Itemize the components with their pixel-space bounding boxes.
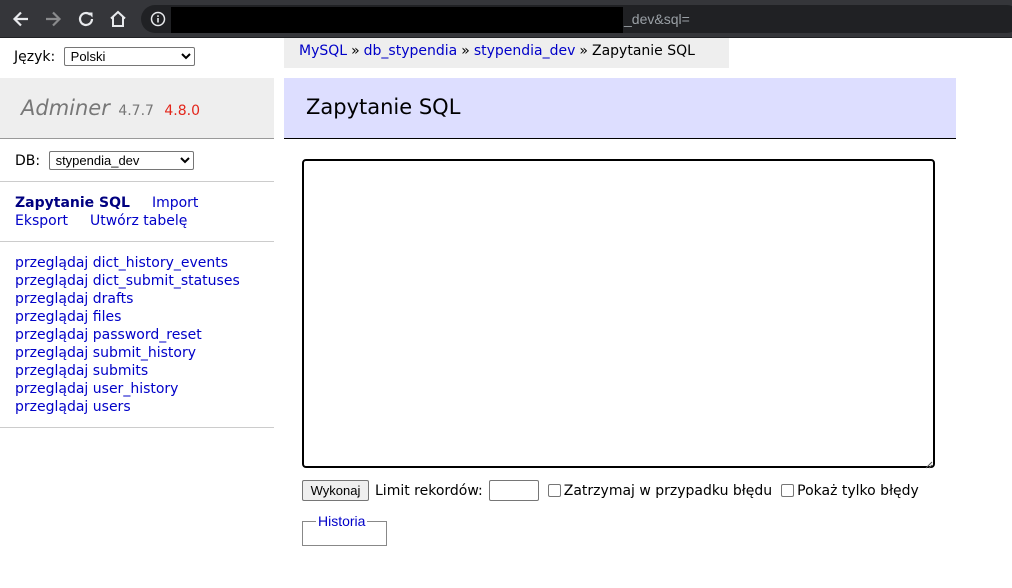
table-list-item: przeglądaj password_reset (15, 326, 240, 344)
sidebar-divider (0, 427, 274, 428)
sql-command-link[interactable]: Zapytanie SQL (15, 195, 130, 211)
sidebar-divider (0, 241, 274, 242)
breadcrumb-separator: » (461, 43, 470, 59)
db-switcher: DB: stypendia_dev (15, 151, 194, 170)
import-link[interactable]: Import (152, 195, 198, 211)
db-label: DB: (15, 153, 41, 169)
address-bar[interactable]: _dev&sql= (141, 5, 1012, 33)
table-structure-link[interactable]: dict_submit_statuses (93, 273, 240, 289)
sidebar-divider (0, 181, 274, 182)
table-structure-link[interactable]: files (93, 309, 122, 325)
breadcrumb-current: Zapytanie SQL (591, 43, 695, 59)
reload-icon[interactable] (76, 9, 96, 29)
limit-input[interactable] (488, 480, 539, 501)
db-select[interactable]: stypendia_dev (48, 151, 194, 170)
table-structure-link[interactable]: drafts (93, 291, 134, 307)
table-list: przeglądaj dict_history_events przeglądaj… (15, 254, 240, 416)
back-arrow-icon[interactable] (11, 9, 31, 29)
browse-table-link[interactable]: przeglądaj (15, 291, 88, 307)
browser-toolbar: _dev&sql= (0, 0, 1012, 38)
create-table-link[interactable]: Utwórz tabelę (90, 213, 187, 229)
stop-on-error-label[interactable]: Zatrzymaj w przypadku błędu (564, 483, 772, 499)
execute-button[interactable]: Wykonaj (302, 480, 369, 501)
browse-table-link[interactable]: przeglądaj (15, 327, 88, 343)
page-title: Zapytanie SQL (306, 95, 461, 119)
home-icon[interactable] (108, 9, 128, 29)
forward-arrow-icon[interactable] (43, 9, 63, 29)
breadcrumb-separator: » (351, 43, 360, 59)
browse-table-link[interactable]: przeglądaj (15, 345, 88, 361)
table-list-item: przeglądaj submit_history (15, 344, 240, 362)
export-link[interactable]: Eksport (15, 213, 68, 229)
table-list-item: przeglądaj drafts (15, 290, 240, 308)
stop-on-error-checkbox[interactable] (547, 484, 561, 497)
url-redaction (171, 7, 623, 33)
table-structure-link[interactable]: dict_history_events (93, 255, 228, 271)
table-structure-link[interactable]: submits (93, 363, 148, 379)
browse-table-link[interactable]: przeglądaj (15, 255, 88, 271)
table-list-item: przeglądaj files (15, 308, 240, 326)
version-text: 4.7.7 (118, 103, 154, 119)
resize-grip-icon[interactable] (924, 457, 933, 469)
browse-table-link[interactable]: przeglądaj (15, 363, 88, 379)
breadcrumb-link-schema[interactable]: stypendia_dev (474, 43, 576, 59)
browse-table-link[interactable]: przeglądaj (15, 273, 88, 289)
query-controls: Wykonaj Limit rekordów: Zatrzymaj w przy… (302, 480, 919, 501)
table-list-item: przeglądaj dict_history_events (15, 254, 240, 272)
language-label: Język: (14, 49, 56, 65)
logo-box: Adminer 4.7.7 4.8.0 (0, 78, 274, 139)
new-version-badge[interactable]: 4.8.0 (164, 103, 200, 119)
language-select[interactable]: Polski (63, 47, 195, 66)
browse-table-link[interactable]: przeglądaj (15, 399, 88, 415)
browse-table-link[interactable]: przeglądaj (15, 309, 88, 325)
table-structure-link[interactable]: submit_history (93, 345, 196, 361)
language-switcher: Język: Polski (14, 47, 195, 66)
table-list-item: przeglądaj user_history (15, 380, 240, 398)
table-structure-link[interactable]: user_history (93, 381, 179, 397)
logo: Adminer 4.7.7 4.8.0 (21, 96, 200, 120)
browse-table-link[interactable]: przeglądaj (15, 381, 88, 397)
page-heading: Zapytanie SQL (284, 78, 956, 139)
breadcrumb-separator: » (579, 43, 588, 59)
table-list-item: przeglądaj users (15, 398, 240, 416)
sidebar-menu: Zapytanie SQL Import Eksport Utwórz tabelę (15, 194, 198, 230)
sql-query-textarea[interactable] (302, 159, 935, 468)
table-list-item: przeglądaj submits (15, 362, 240, 380)
history-fieldset: Historia (302, 513, 387, 546)
limit-label: Limit rekordów: (375, 482, 483, 499)
table-structure-link[interactable]: password_reset (93, 327, 202, 343)
only-errors-label[interactable]: Pokaż tylko błędy (797, 483, 919, 499)
adminer-logo-link[interactable]: Adminer (21, 96, 110, 120)
site-info-icon[interactable] (150, 11, 166, 27)
breadcrumb-link-database[interactable]: db_stypendia (364, 43, 458, 59)
table-structure-link[interactable]: users (93, 399, 131, 415)
breadcrumb-link-server[interactable]: MySQL (299, 43, 347, 59)
breadcrumb: MySQL» db_stypendia» stypendia_dev» Zapytan… (284, 38, 729, 68)
url-text: _dev&sql= (624, 11, 690, 27)
history-toggle-link[interactable]: Historia (316, 513, 367, 529)
table-list-item: przeglądaj dict_submit_statuses (15, 272, 240, 290)
only-errors-checkbox[interactable] (781, 484, 795, 497)
